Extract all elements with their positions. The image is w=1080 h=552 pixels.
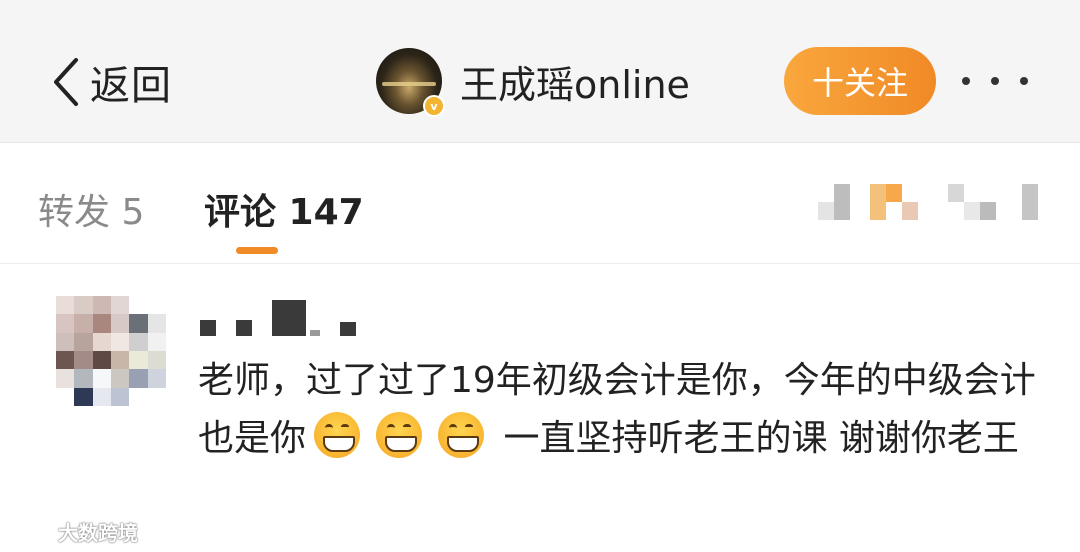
watermark-logo-icon (12, 521, 51, 542)
more-dot (962, 77, 970, 85)
verified-badge-icon: v (423, 95, 445, 117)
back-button[interactable]: 返回 (46, 52, 172, 112)
censor-block (340, 322, 356, 336)
avatar[interactable]: v (376, 48, 445, 117)
top-nav-bar: 返回 v 王成瑶online 十关注 (0, 0, 1080, 142)
follow-button[interactable]: 十关注 (784, 47, 936, 115)
watermark-text: 大数跨境 (58, 520, 138, 545)
back-label: 返回 (90, 63, 172, 109)
grin-emoji-icon (314, 412, 361, 458)
more-dot (1020, 77, 1028, 85)
more-options-icon[interactable] (962, 70, 1028, 92)
censor-block (310, 330, 320, 336)
commenter-avatar[interactable] (56, 296, 166, 406)
username[interactable]: 王成瑶online (460, 54, 690, 109)
censor-block (272, 300, 306, 336)
watermark: 大数跨境 (12, 516, 138, 546)
chevron-left-icon (54, 58, 78, 106)
tab-comments[interactable]: 评论 147 (204, 183, 364, 235)
pixelated-censor (818, 184, 1038, 220)
active-tab-indicator (236, 247, 278, 254)
comment-body: 老师，过了过了19年初级会计是你，今年的中级会计也是你 一直坚持听老王的课 谢谢… (198, 352, 1038, 468)
grin-emoji-icon (376, 412, 423, 458)
profile-header[interactable]: v 王成瑶online (376, 46, 690, 117)
comment-text-part2: 一直坚持听老王的课 谢谢你老王 (492, 418, 1019, 459)
grin-emoji-icon (438, 412, 485, 458)
censor-block (236, 320, 252, 336)
censor-block (200, 320, 216, 336)
more-dot (991, 77, 999, 85)
tab-reposts[interactable]: 转发 5 (38, 183, 144, 235)
commenter-name-censored[interactable] (200, 296, 376, 336)
